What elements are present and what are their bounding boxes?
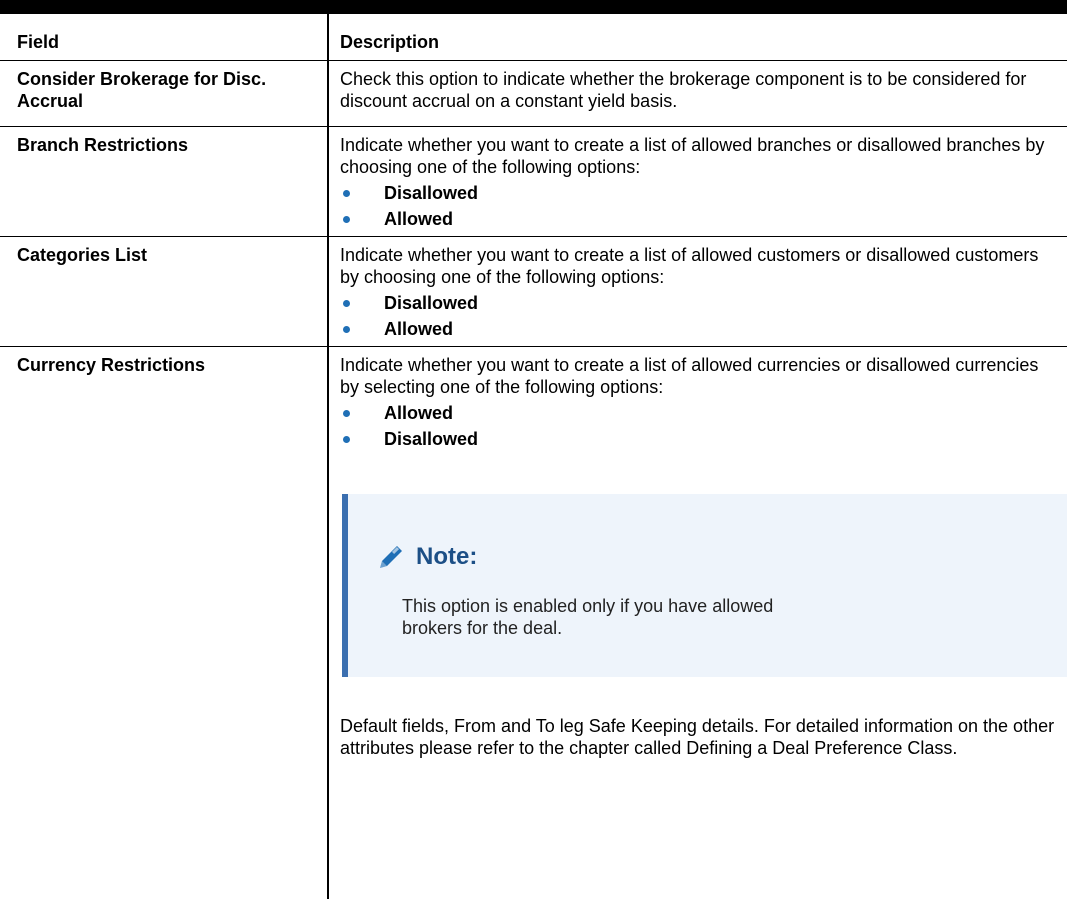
description-text: Indicate whether you want to create a li… [340,135,1045,177]
option-list: Disallowed Allowed [340,292,1060,340]
field-name: Categories List [17,245,148,265]
bullet-icon [343,300,350,307]
header-field: Field [17,32,60,52]
option-list: Allowed Disallowed [340,402,1060,450]
note-header: Note: [376,542,477,572]
note-text: This option is enabled only if you have … [402,596,774,638]
list-item: Allowed [340,318,1060,340]
description-text: Indicate whether you want to create a li… [340,245,1039,287]
bullet-icon [343,410,350,417]
list-item: Allowed [340,208,1060,230]
pencil-icon [380,546,402,568]
note-callout: Note: This option is enabled only if you… [342,494,1067,677]
list-item: Disallowed [340,182,1060,204]
table-header-row: Field Description [0,14,1067,61]
field-description: Indicate whether you want to create a li… [340,127,1060,230]
list-item: Disallowed [340,428,1060,450]
trailing-text: Default fields, From and To leg Safe Kee… [340,716,1055,758]
note-title: Note: [416,543,478,570]
bullet-icon [343,436,350,443]
list-item: Allowed [340,402,1060,424]
field-description: Indicate whether you want to create a li… [340,347,1067,759]
table-row: Branch Restrictions Indicate whether you… [0,127,1067,237]
table-row: Consider Brokerage for Disc. Accrual Che… [0,61,1067,127]
field-description-table: Field Description Consider Brokerage for… [0,14,1067,759]
bullet-icon [343,190,350,197]
list-item: Disallowed [340,292,1060,314]
bullet-icon [343,216,350,223]
field-description: Indicate whether you want to create a li… [340,237,1060,340]
table-row: Categories List Indicate whether you wan… [0,237,1067,347]
description-text: Indicate whether you want to create a li… [340,355,1039,397]
table-top-rule [0,0,1067,14]
table-row: Currency Restrictions Indicate whether y… [0,347,1067,759]
description-text: Check this option to indicate whether th… [340,69,1027,111]
field-name: Currency Restrictions [17,355,206,375]
field-name: Branch Restrictions [17,135,189,155]
bullet-icon [343,326,350,333]
field-name: Consider Brokerage for Disc. Accrual [17,69,267,111]
header-description: Description [340,32,440,52]
option-list: Disallowed Allowed [340,182,1060,230]
field-description: Check this option to indicate whether th… [340,61,1060,112]
